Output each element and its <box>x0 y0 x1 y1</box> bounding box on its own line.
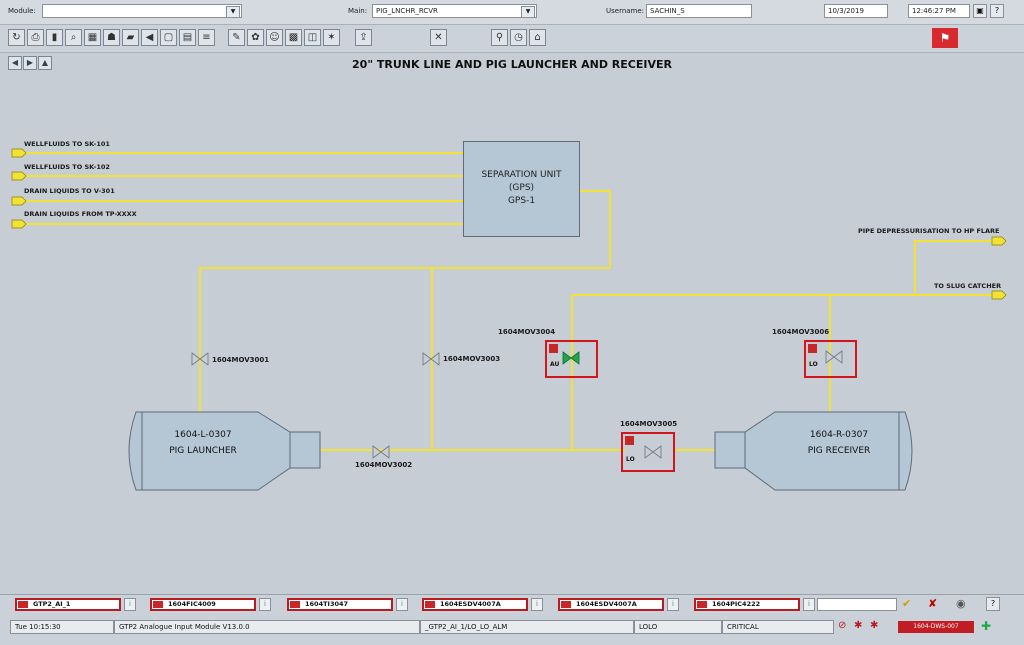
receiver-name: PIG RECEIVER <box>807 446 871 456</box>
alarm-chip-2[interactable]: 1604FIC4009 <box>150 598 256 611</box>
alarm-icon <box>549 344 558 353</box>
line-label-wf102: WELLFLUIDS TO SK-102 <box>24 163 110 171</box>
receiver-label[interactable]: 1604-R-0307 PIG RECEIVER <box>784 430 894 456</box>
alarm-info-button[interactable]: i <box>531 598 543 611</box>
alarm-info-button[interactable]: i <box>396 598 408 611</box>
line-label-drain301: DRAIN LIQUIDS TO V-301 <box>24 187 115 195</box>
valve-mode-3004: AU <box>550 361 560 368</box>
valve-alarm-box-3004[interactable]: AU <box>545 340 598 378</box>
alarm-icon <box>153 601 163 608</box>
valve-tag-3005[interactable]: 1604MOV3005 <box>620 420 677 428</box>
separator-line1: SEPARATION UNIT <box>481 170 562 180</box>
valve-tag-3002[interactable]: 1604MOV3002 <box>355 461 412 469</box>
status-severity: CRITICAL <box>722 620 834 634</box>
outlet-arrow <box>991 236 1007 246</box>
inlet-arrow <box>11 171 27 181</box>
line-label-wf101: WELLFLUIDS TO SK-101 <box>24 140 110 148</box>
valve-alarm-box-3006[interactable]: LO <box>804 340 857 378</box>
separator-line3: GPS-1 <box>507 196 536 206</box>
launcher-name: PIG LAUNCHER <box>169 446 237 456</box>
process-lines <box>11 148 1007 491</box>
alarm-icon <box>625 436 634 445</box>
valve-alarm-box-3005[interactable]: LO <box>621 432 675 472</box>
separation-unit[interactable]: SEPARATION UNIT (GPS) GPS-1 <box>463 141 580 237</box>
silence-icon[interactable]: ✘ <box>928 597 937 610</box>
alarm-chip-6[interactable]: 1604PIC4222 <box>694 598 800 611</box>
alarm-icon <box>561 601 571 608</box>
valve-tag-3003[interactable]: 1604MOV3003 <box>443 355 500 363</box>
status-module: GTP2 Analogue Input Module V13.0.0 <box>114 620 420 634</box>
horn-off-icon[interactable]: ✱ <box>870 620 878 631</box>
alarm-chip-4[interactable]: 1604ESDV4007A <box>422 598 528 611</box>
alarm-ack-button[interactable]: i <box>124 598 136 611</box>
alarm-info-button[interactable]: i <box>667 598 679 611</box>
line-label-flare: PIPE DEPRESSURISATION TO HP FLARE <box>858 227 1000 235</box>
acknowledge-icon[interactable]: ✔ <box>902 597 911 610</box>
launcher-label[interactable]: 1604-L-0307 PIG LAUNCHER <box>148 430 258 456</box>
status-level: LOLO <box>634 620 722 634</box>
inlet-arrow <box>11 148 27 158</box>
alarm-info-button[interactable]: i <box>259 598 271 611</box>
alarm-icon <box>290 601 300 608</box>
launcher-tag: 1604-L-0307 <box>174 430 232 440</box>
line-label-draintp: DRAIN LIQUIDS FROM TP-XXXX <box>24 210 137 218</box>
bell-icon[interactable]: ✱ <box>854 620 862 631</box>
alarm-summary-icon[interactable]: ⊘ <box>838 620 846 631</box>
alarm-chip-3[interactable]: 1604TI3047 <box>287 598 393 611</box>
status-alarm-point: _GTP2_AI_1/LO_LO_ALM <box>420 620 634 634</box>
separator-line2: (GPS) <box>508 183 535 193</box>
alarm-filter-input[interactable] <box>817 598 897 611</box>
alarm-chip-1[interactable]: GTP2_AI_1 <box>15 598 121 611</box>
valve-mode-3006: LO <box>809 361 818 368</box>
alarm-icon <box>425 601 435 608</box>
outlet-arrow <box>991 290 1007 300</box>
alarm-help-button[interactable]: ? <box>986 597 1000 611</box>
alarm-chip-5[interactable]: 1604ESDV4007A <box>558 598 664 611</box>
inlet-arrow <box>11 196 27 206</box>
receiver-tag: 1604-R-0307 <box>809 430 869 440</box>
alarm-icon <box>697 601 707 608</box>
valve-tag-3004[interactable]: 1604MOV3004 <box>498 328 555 336</box>
valve-mode-3005: LO <box>626 456 635 463</box>
alarm-indicator[interactable]: 1604-DWS-007 <box>898 621 974 633</box>
valve-tag-3006[interactable]: 1604MOV3006 <box>772 328 829 336</box>
network-status-icon: ✚ <box>981 619 992 633</box>
alarm-info-button[interactable]: i <box>803 598 815 611</box>
inlet-arrow <box>11 219 27 229</box>
status-time: Tue 10:15:30 <box>10 620 114 634</box>
valve-tag-3001[interactable]: 1604MOV3001 <box>212 356 269 364</box>
alarm-icon <box>18 601 28 608</box>
line-label-slug: TO SLUG CATCHER <box>934 282 1002 290</box>
alarm-icon <box>808 344 817 353</box>
horn-icon[interactable]: ◉ <box>956 597 966 610</box>
